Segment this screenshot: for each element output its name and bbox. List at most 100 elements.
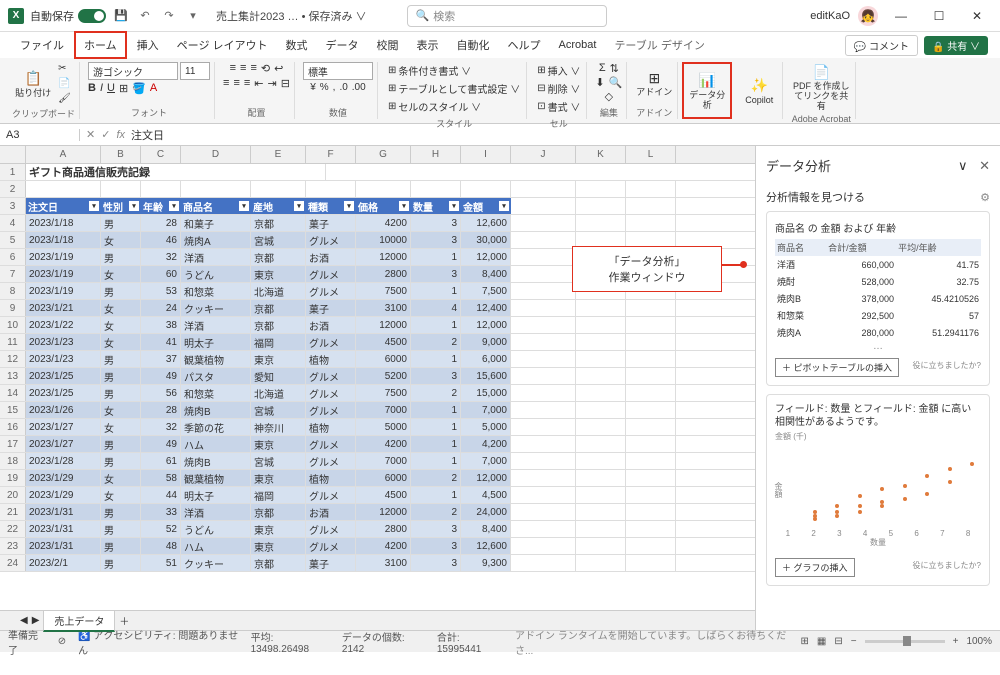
data-cell[interactable]: 2023/1/25: [26, 368, 101, 384]
col-header[interactable]: F: [306, 146, 356, 163]
row-header[interactable]: 21: [0, 504, 26, 520]
data-cell[interactable]: 7500: [356, 385, 411, 401]
empty-cell[interactable]: [511, 555, 576, 571]
indent-dec-icon[interactable]: ⇤: [254, 77, 263, 90]
align-middle-icon[interactable]: ≡: [240, 62, 246, 75]
gear-icon[interactable]: ⚙: [980, 191, 990, 204]
data-cell[interactable]: 53: [141, 283, 181, 299]
row-header[interactable]: 1: [0, 164, 26, 180]
data-cell[interactable]: 和菓子: [181, 215, 251, 231]
number-format-combo[interactable]: 標準: [303, 62, 373, 80]
data-cell[interactable]: 2023/1/31: [26, 538, 101, 554]
data-cell[interactable]: 東京: [251, 470, 306, 486]
data-cell[interactable]: お酒: [306, 249, 356, 265]
row-header[interactable]: 8: [0, 283, 26, 299]
data-cell[interactable]: 京都: [251, 300, 306, 316]
col-header[interactable]: L: [626, 146, 676, 163]
data-cell[interactable]: 東京: [251, 521, 306, 537]
sheet-nav-prev-icon[interactable]: ◀: [20, 615, 28, 626]
col-header[interactable]: G: [356, 146, 411, 163]
empty-cell[interactable]: [576, 300, 626, 316]
table-header-cell[interactable]: 性別▾: [101, 198, 141, 214]
table-header-cell[interactable]: 年齢▾: [141, 198, 181, 214]
data-cell[interactable]: 宮城: [251, 453, 306, 469]
empty-cell[interactable]: [511, 436, 576, 452]
filter-dropdown-icon[interactable]: ▾: [344, 201, 354, 211]
data-cell[interactable]: 12,600: [461, 215, 511, 231]
data-cell[interactable]: 1: [411, 487, 461, 503]
data-cell[interactable]: グルメ: [306, 232, 356, 248]
cond-format-button[interactable]: ⊞ 条件付き書式 ∨: [386, 62, 473, 79]
data-cell[interactable]: 2023/1/26: [26, 402, 101, 418]
data-cell[interactable]: 3: [411, 266, 461, 282]
data-cell[interactable]: お酒: [306, 504, 356, 520]
empty-cell[interactable]: [511, 385, 576, 401]
zoom-out-icon[interactable]: −: [851, 636, 857, 647]
fill-color-button[interactable]: 🪣: [132, 82, 146, 95]
data-cell[interactable]: 4: [411, 300, 461, 316]
data-cell[interactable]: 3100: [356, 300, 411, 316]
data-cell[interactable]: 植物: [306, 470, 356, 486]
data-cell[interactable]: 61: [141, 453, 181, 469]
data-cell[interactable]: 季節の花: [181, 419, 251, 435]
data-cell[interactable]: 明太子: [181, 487, 251, 503]
new-sheet-icon[interactable]: ＋: [119, 613, 129, 628]
data-cell[interactable]: 1: [411, 453, 461, 469]
data-cell[interactable]: 東京: [251, 266, 306, 282]
cancel-formula-icon[interactable]: ✕: [86, 128, 95, 141]
empty-cell[interactable]: [511, 351, 576, 367]
toggle-on-icon[interactable]: [78, 9, 106, 23]
filter-dropdown-icon[interactable]: ▾: [294, 201, 304, 211]
data-cell[interactable]: 洋酒: [181, 504, 251, 520]
data-cell[interactable]: 30,000: [461, 232, 511, 248]
data-cell[interactable]: 焼肉B: [181, 453, 251, 469]
data-cell[interactable]: 12000: [356, 317, 411, 333]
select-all-corner[interactable]: [0, 146, 26, 163]
empty-cell[interactable]: [576, 555, 626, 571]
data-cell[interactable]: 46: [141, 232, 181, 248]
data-cell[interactable]: 福岡: [251, 487, 306, 503]
data-cell[interactable]: 3100: [356, 555, 411, 571]
filter-dropdown-icon[interactable]: ▾: [89, 201, 99, 211]
data-cell[interactable]: 男: [101, 368, 141, 384]
grid-body[interactable]: 1ギフト商品通信販売記録23注文日▾性別▾年齢▾商品名▾産地▾種類▾価格▾数量▾…: [0, 164, 755, 610]
empty-cell[interactable]: [626, 334, 676, 350]
delete-cells-button[interactable]: ⊟ 削除 ∨: [535, 80, 582, 97]
data-cell[interactable]: 東京: [251, 351, 306, 367]
data-cell[interactable]: 5200: [356, 368, 411, 384]
data-cell[interactable]: 2023/1/31: [26, 521, 101, 537]
empty-cell[interactable]: [141, 181, 181, 197]
empty-cell[interactable]: [511, 402, 576, 418]
row-header[interactable]: 18: [0, 453, 26, 469]
data-cell[interactable]: 5,000: [461, 419, 511, 435]
data-cell[interactable]: 60: [141, 266, 181, 282]
data-cell[interactable]: 2800: [356, 266, 411, 282]
data-cell[interactable]: 女: [101, 232, 141, 248]
save-icon[interactable]: 💾: [112, 7, 130, 25]
data-cell[interactable]: 3: [411, 521, 461, 537]
empty-cell[interactable]: [626, 487, 676, 503]
data-cell[interactable]: 神奈川: [251, 419, 306, 435]
data-cell[interactable]: 1: [411, 317, 461, 333]
empty-cell[interactable]: [511, 470, 576, 486]
enter-formula-icon[interactable]: ✓: [101, 128, 110, 141]
avatar[interactable]: 👧: [858, 6, 878, 26]
data-cell[interactable]: 2023/2/1: [26, 555, 101, 571]
empty-cell[interactable]: [511, 215, 576, 231]
border-button[interactable]: ⊞: [119, 82, 128, 95]
maximize-button[interactable]: ☐: [924, 4, 954, 28]
data-cell[interactable]: 4500: [356, 334, 411, 350]
autosum-icon[interactable]: Σ: [599, 62, 606, 75]
data-cell[interactable]: 和惣菜: [181, 385, 251, 401]
formula-bar[interactable]: 注文日: [131, 127, 164, 143]
data-cell[interactable]: 京都: [251, 555, 306, 571]
data-cell[interactable]: 8,400: [461, 521, 511, 537]
data-cell[interactable]: 観葉植物: [181, 351, 251, 367]
minimize-button[interactable]: —: [886, 4, 916, 28]
data-cell[interactable]: 12000: [356, 504, 411, 520]
empty-cell[interactable]: [511, 487, 576, 503]
data-cell[interactable]: グルメ: [306, 385, 356, 401]
empty-cell[interactable]: [511, 504, 576, 520]
data-cell[interactable]: 女: [101, 266, 141, 282]
data-cell[interactable]: お酒: [306, 317, 356, 333]
